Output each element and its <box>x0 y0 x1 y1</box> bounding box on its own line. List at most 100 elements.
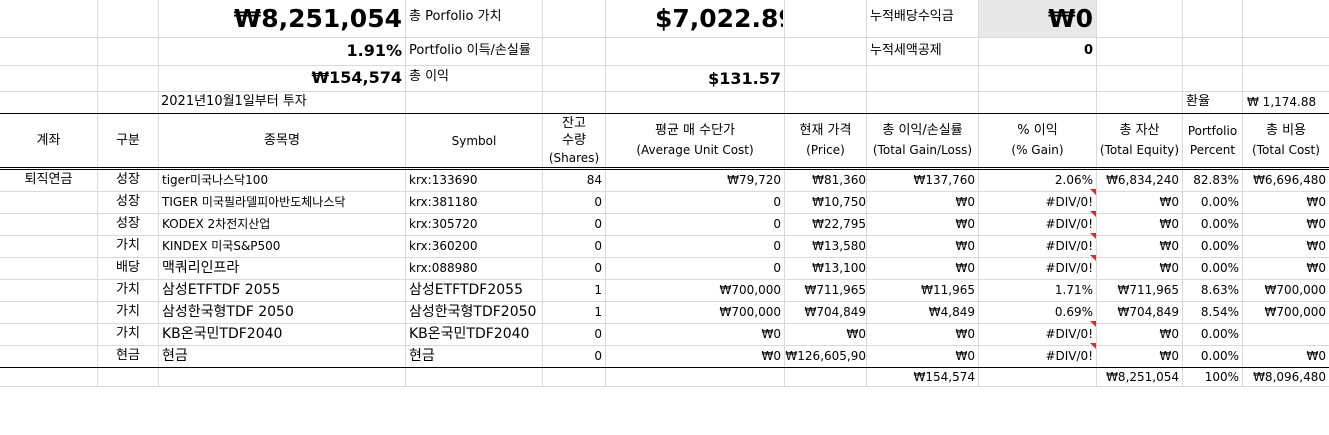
cell-gl[interactable]: ₩0 <box>867 345 976 367</box>
cell-gl[interactable]: ₩0 <box>867 213 976 235</box>
invest-start[interactable]: 2021년10월1일부터 투자 <box>161 91 401 113</box>
cell-account[interactable] <box>0 345 97 367</box>
cell-equity[interactable]: ₩0 <box>1097 235 1180 257</box>
cell-category[interactable]: 배당 <box>98 257 158 279</box>
cell-percent[interactable]: 82.83% <box>1183 169 1239 191</box>
header-category[interactable]: 구분 <box>98 132 158 149</box>
cell-account[interactable] <box>0 213 97 235</box>
cell-account[interactable] <box>0 301 97 323</box>
cell-pct[interactable]: #DIV/0! <box>979 323 1093 345</box>
cell-symbol[interactable]: 삼성ETFTDF2055 <box>409 279 541 301</box>
cell-gl[interactable]: ₩0 <box>867 323 976 345</box>
cell-price[interactable]: ₩10,750 <box>785 191 866 213</box>
cell-name[interactable]: 현금 <box>162 345 404 367</box>
total-equity[interactable]: ₩8,251,054 <box>1097 367 1179 389</box>
cell-category[interactable]: 가치 <box>98 235 158 257</box>
cell-price[interactable]: ₩22,795 <box>785 213 866 235</box>
cell-qty[interactable]: 84 <box>543 169 602 191</box>
cell-equity[interactable]: ₩0 <box>1097 257 1180 279</box>
cell-qty[interactable]: 1 <box>543 301 602 323</box>
cell-name[interactable]: TIGER 미국필라델피아반도체나스닥 <box>162 191 404 213</box>
cell-avg[interactable]: 0 <box>606 191 781 213</box>
cell-percent[interactable]: 8.63% <box>1183 279 1239 301</box>
cell-percent[interactable]: 0.00% <box>1183 345 1239 367</box>
cell-account[interactable] <box>0 323 97 345</box>
cum-dividend-label[interactable]: 누적배당수익금 <box>870 6 975 28</box>
cell-equity[interactable]: ₩6,834,240 <box>1097 169 1179 191</box>
cell-qty[interactable]: 0 <box>543 323 602 345</box>
cell-category[interactable]: 가치 <box>98 323 158 345</box>
total-profit-usd[interactable]: $131.57 <box>606 68 781 90</box>
cell-percent[interactable]: 0.00% <box>1183 213 1239 235</box>
cell-equity[interactable]: ₩711,965 <box>1097 279 1180 301</box>
cell-avg[interactable]: 0 <box>606 213 781 235</box>
cell-category[interactable]: 가치 <box>98 301 158 323</box>
cell-avg[interactable]: ₩0 <box>606 323 782 345</box>
cell-category[interactable]: 가치 <box>98 279 158 301</box>
cell-pct[interactable]: 1.71% <box>979 279 1093 301</box>
cell-cost[interactable]: ₩6,696,480 <box>1243 169 1326 191</box>
cell-gl[interactable]: ₩0 <box>867 257 976 279</box>
total-value-usd[interactable]: $7,022.89 <box>655 0 783 38</box>
cell-qty[interactable]: 0 <box>543 213 602 235</box>
cell-avg[interactable]: ₩0 <box>606 345 782 367</box>
cell-price[interactable]: ₩126,605,90 <box>785 345 866 367</box>
cell-pct[interactable]: #DIV/0! <box>979 213 1093 235</box>
cell-qty[interactable]: 0 <box>543 191 602 213</box>
header-symbol[interactable]: Symbol <box>406 133 542 150</box>
total-gain-loss[interactable]: ₩154,574 <box>867 367 976 389</box>
cell-pct[interactable]: 2.06% <box>979 169 1093 191</box>
cell-price[interactable]: ₩704,849 <box>785 301 867 323</box>
cell-qty[interactable]: 1 <box>543 279 602 301</box>
gain-pct-label[interactable]: Portfolio 이득/손실률 <box>409 40 542 62</box>
cell-account[interactable] <box>0 235 97 257</box>
total-profit-label[interactable]: 총 이익 <box>409 66 542 88</box>
spreadsheet-grid[interactable]: ₩8,251,054 총 Porfolio 가치 $7,022.89 누적배당수… <box>0 0 1329 435</box>
cell-name[interactable]: tiger미국나스닥100 <box>162 169 404 191</box>
cell-cost[interactable] <box>1243 323 1326 345</box>
cell-name[interactable]: 맥쿼리인프라 <box>162 257 404 279</box>
total-value-label[interactable]: 총 Porfolio 가치 <box>409 6 542 28</box>
total-profit-krw[interactable]: ₩154,574 <box>160 67 402 89</box>
cell-symbol[interactable]: krx:360200 <box>409 235 541 257</box>
cell-symbol[interactable]: krx:305720 <box>409 213 541 235</box>
cell-cost[interactable]: ₩700,000 <box>1243 301 1327 323</box>
cell-pct[interactable]: #DIV/0! <box>979 257 1093 279</box>
cell-gl[interactable]: ₩137,760 <box>867 169 976 191</box>
cell-qty[interactable]: 0 <box>543 235 602 257</box>
cell-symbol[interactable]: KB온국민TDF2040 <box>409 323 541 345</box>
header-name[interactable]: 종목명 <box>159 132 405 149</box>
cum-tax-label[interactable]: 누적세액공제 <box>870 40 975 62</box>
fx-value[interactable]: ₩ 1,174.88 <box>1247 91 1327 113</box>
cell-name[interactable]: KB온국민TDF2040 <box>162 323 404 345</box>
cum-dividend-value[interactable]: ₩0 <box>979 0 1093 38</box>
cell-percent[interactable]: 8.54% <box>1183 301 1239 323</box>
cell-category[interactable]: 성장 <box>98 191 158 213</box>
cell-price[interactable]: ₩711,965 <box>785 279 867 301</box>
cell-pct[interactable]: 0.69% <box>979 301 1093 323</box>
cell-category[interactable]: 성장 <box>98 169 158 191</box>
cell-price[interactable]: ₩13,100 <box>785 257 866 279</box>
cell-cost[interactable]: ₩0 <box>1243 191 1327 213</box>
cell-gl[interactable]: ₩4,849 <box>867 301 975 323</box>
cum-tax-value[interactable]: 0 <box>979 40 1093 62</box>
cell-cost[interactable]: ₩0 <box>1243 345 1327 367</box>
cell-percent[interactable]: 0.00% <box>1183 323 1239 345</box>
cell-cost[interactable]: ₩0 <box>1243 235 1327 257</box>
cell-avg[interactable]: ₩79,720 <box>606 169 781 191</box>
cell-price[interactable]: ₩81,360 <box>785 169 866 191</box>
cell-symbol[interactable]: krx:381180 <box>409 191 541 213</box>
cell-equity[interactable]: ₩0 <box>1097 191 1180 213</box>
cell-symbol[interactable]: krx:088980 <box>409 257 541 279</box>
cell-qty[interactable]: 0 <box>543 345 602 367</box>
gain-pct-value[interactable]: 1.91% <box>160 40 402 62</box>
fx-label[interactable]: 환율 <box>1186 91 1241 113</box>
cell-cost[interactable]: ₩700,000 <box>1243 279 1327 301</box>
cell-name[interactable]: KODEX 2차전지산업 <box>162 213 404 235</box>
cell-account[interactable] <box>0 257 97 279</box>
cell-cost[interactable]: ₩0 <box>1243 213 1327 235</box>
total-cost[interactable]: ₩8,096,480 <box>1243 367 1326 389</box>
cell-cost[interactable]: ₩0 <box>1243 257 1327 279</box>
cell-percent[interactable]: 0.00% <box>1183 235 1239 257</box>
cell-name[interactable]: KINDEX 미국S&P500 <box>162 235 404 257</box>
